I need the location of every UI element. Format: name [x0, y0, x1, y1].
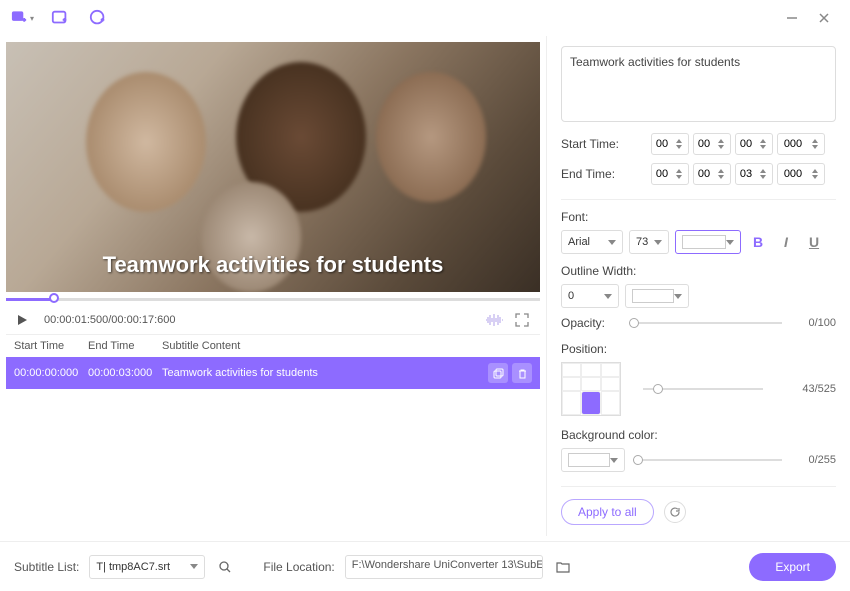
font-family-select[interactable]: Arial	[561, 230, 623, 254]
add-subtitle-button[interactable]: ▾	[10, 6, 34, 30]
opacity-value: 0/100	[790, 317, 836, 329]
row-end-time: 00:00:03:000	[88, 367, 162, 379]
play-button[interactable]	[12, 310, 32, 330]
file-location-label: File Location:	[263, 560, 334, 574]
video-progress-slider[interactable]	[6, 292, 540, 306]
search-subtitle-button[interactable]	[215, 557, 235, 577]
close-button[interactable]	[808, 6, 840, 30]
export-button[interactable]: Export	[749, 553, 836, 581]
video-preview[interactable]: Teamwork activities for students	[6, 42, 540, 292]
top-toolbar: ▾	[0, 0, 850, 36]
playback-time: 00:00:01:500/00:00:17:600	[44, 314, 176, 326]
start-s-stepper[interactable]	[735, 133, 773, 155]
opacity-label: Opacity:	[561, 316, 621, 330]
waveform-icon[interactable]	[482, 310, 506, 330]
underline-button[interactable]: U	[803, 231, 825, 253]
outline-width-label: Outline Width:	[561, 264, 836, 278]
text-file-icon: T|	[96, 561, 106, 573]
bg-color-label: Background color:	[561, 428, 836, 442]
col-end-time: End Time	[88, 340, 162, 352]
opacity-slider[interactable]	[629, 322, 782, 324]
font-label: Font:	[561, 210, 836, 224]
position-bottom-center[interactable]	[581, 391, 600, 415]
reset-button[interactable]	[664, 501, 686, 523]
outline-color-select[interactable]	[625, 284, 689, 308]
subtitle-file-select[interactable]: T| tmp8AC7.srt	[89, 555, 205, 579]
video-controls: 00:00:01:500/00:00:17:600	[6, 306, 540, 334]
apply-to-all-button[interactable]: Apply to all	[561, 499, 654, 525]
auto-subtitle-button[interactable]	[86, 6, 110, 30]
right-panel: Start Time: End Time: Font: Arial 73 B I…	[546, 36, 850, 536]
main-area: Teamwork activities for students 00:00:0…	[0, 36, 850, 536]
row-start-time: 00:00:00:000	[14, 367, 88, 379]
position-value: 43/525	[802, 383, 836, 395]
row-content: Teamwork activities for students	[162, 367, 484, 379]
col-content: Subtitle Content	[162, 340, 532, 352]
start-h-stepper[interactable]	[651, 133, 689, 155]
subtitle-list-label: Subtitle List:	[14, 560, 79, 574]
bold-button[interactable]: B	[747, 231, 769, 253]
bottom-bar: Subtitle List: T| tmp8AC7.srt File Locat…	[0, 541, 850, 591]
start-ms-stepper[interactable]	[777, 133, 825, 155]
start-m-stepper[interactable]	[693, 133, 731, 155]
import-subtitle-button[interactable]	[48, 6, 72, 30]
minimize-button[interactable]	[776, 6, 808, 30]
end-h-stepper[interactable]	[651, 163, 689, 185]
position-label: Position:	[561, 342, 836, 356]
end-m-stepper[interactable]	[693, 163, 731, 185]
col-start-time: Start Time	[14, 340, 88, 352]
fullscreen-icon[interactable]	[510, 310, 534, 330]
position-slider[interactable]	[643, 388, 763, 390]
bg-color-select[interactable]	[561, 448, 625, 472]
italic-button[interactable]: I	[775, 231, 797, 253]
outline-width-select[interactable]: 0	[561, 284, 619, 308]
duplicate-row-button[interactable]	[488, 363, 508, 383]
subtitle-text-input[interactable]	[561, 46, 836, 122]
font-size-select[interactable]: 73	[629, 230, 669, 254]
subtitle-table-header: Start Time End Time Subtitle Content	[6, 334, 540, 357]
start-time-label: Start Time:	[561, 137, 647, 151]
end-ms-stepper[interactable]	[777, 163, 825, 185]
left-panel: Teamwork activities for students 00:00:0…	[0, 36, 546, 536]
file-location-input[interactable]: F:\Wondershare UniConverter 13\SubEdi	[345, 555, 543, 579]
subtitle-row[interactable]: 00:00:00:000 00:00:03:000 Teamwork activ…	[6, 357, 540, 389]
subtitle-overlay: Teamwork activities for students	[6, 252, 540, 278]
browse-folder-button[interactable]	[553, 557, 573, 577]
end-s-stepper[interactable]	[735, 163, 773, 185]
bg-opacity-value: 0/255	[790, 454, 836, 466]
chevron-down-icon: ▾	[30, 14, 34, 23]
font-color-select[interactable]	[675, 230, 741, 254]
end-time-label: End Time:	[561, 167, 647, 181]
delete-row-button[interactable]	[512, 363, 532, 383]
bg-opacity-slider[interactable]	[633, 459, 782, 461]
position-grid[interactable]	[561, 362, 621, 416]
